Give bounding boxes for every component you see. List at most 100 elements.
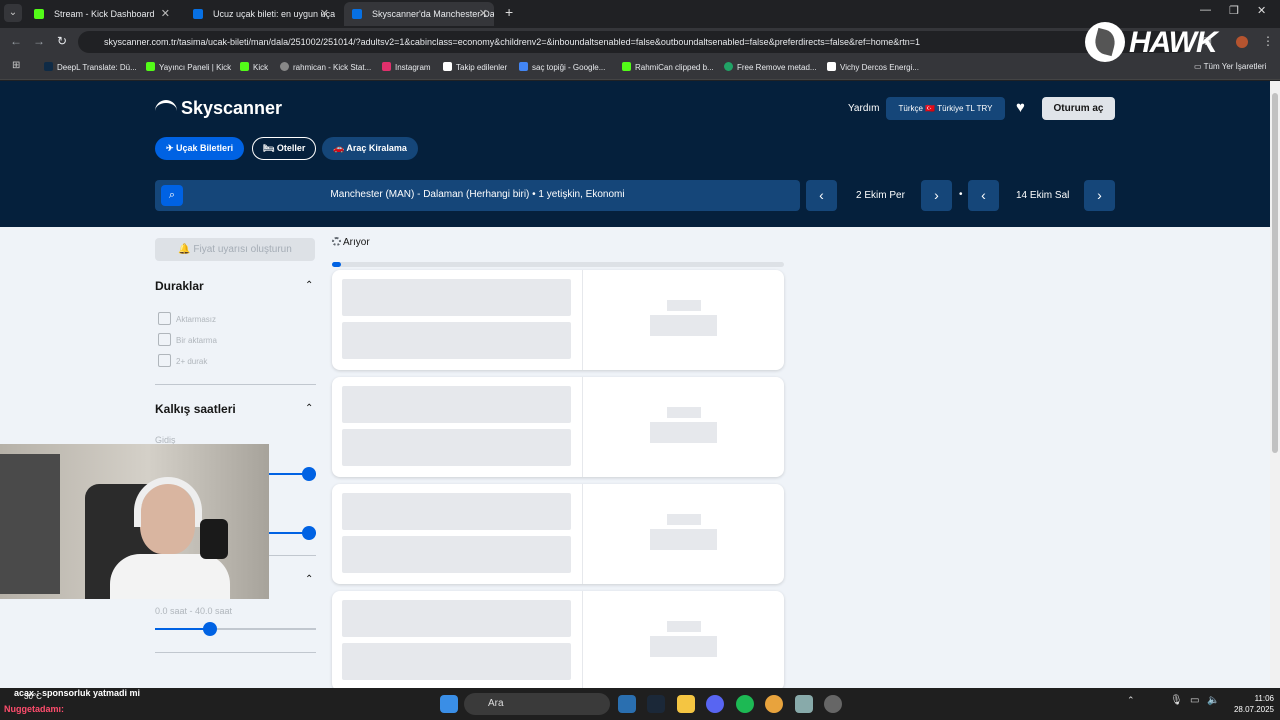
tab-title: Skyscanner'da Manchester-Dal [372,9,494,19]
duration-slider[interactable] [155,628,316,630]
bookmark-item[interactable]: rahmican - Kick Stat... [280,62,371,72]
skeleton-block [342,643,571,680]
skeleton-block [667,407,701,418]
duration-range-label: 0.0 saat - 40.0 saat [155,606,233,616]
new-tab-button[interactable]: + [505,4,513,20]
chevron-up-icon[interactable]: ⌃ [305,403,313,414]
tray-chevron-icon[interactable]: ⌃ [1127,695,1145,713]
return-date[interactable]: 14 Ekim Sal [1016,190,1069,201]
bookmark-item[interactable]: DeepL Translate: Dü... [44,62,137,72]
next-return-date-button[interactable]: › [1084,180,1115,211]
slider-handle[interactable] [302,467,316,481]
help-link[interactable]: Yardım [848,103,880,114]
apps-icon[interactable]: ⊞ [12,60,20,71]
bookmark-item[interactable]: saç topiği - Google... [519,62,605,72]
mic-icon[interactable]: 🎙 [1170,695,1188,713]
times-filter-title[interactable]: Kalkış saatleri [155,402,236,416]
clock[interactable]: 11:06 28.07.2025 [1226,693,1274,715]
google-icon [519,62,528,71]
file-explorer-icon[interactable] [677,695,695,713]
stops-checkbox-direct[interactable] [158,312,171,325]
volume-icon[interactable]: 🔈 [1207,695,1225,713]
restore-icon[interactable]: ❐ [1229,4,1239,17]
all-bookmarks[interactable]: ▭ Tüm Yer İşaretleri [1194,62,1266,71]
logo-text: Skyscanner [181,98,283,118]
bookmark-item[interactable]: Free Remove metad... [724,62,817,72]
depart-date[interactable]: 2 Ekim Per [856,190,905,201]
bookmark-label: Yayıncı Paneli | Kick [159,63,232,72]
tab-search-icon[interactable]: ⌄ [4,4,22,22]
result-card-skeleton [332,270,784,370]
tab-kick-dashboard[interactable]: Stream - Kick Dashboard ✕ [26,2,176,26]
prev-depart-date-button[interactable]: ‹ [806,180,837,211]
search-summary[interactable]: ⌕ Manchester (MAN) - Dalaman (Herhangi b… [155,180,800,211]
tab-title: Stream - Kick Dashboard [54,9,155,19]
bookmark-item[interactable]: Takip edilenler [443,62,507,72]
next-depart-date-button[interactable]: › [921,180,952,211]
slider-handle[interactable] [203,622,217,636]
chevron-up-icon[interactable]: ⌃ [305,574,313,585]
photos-icon[interactable] [618,695,636,713]
app-icon[interactable] [795,695,813,713]
prev-return-date-button[interactable]: ‹ [968,180,999,211]
signin-button[interactable]: Oturum aç [1042,97,1115,120]
tab-title: Ucuz uçak bileti: en uygun uçak [213,9,335,19]
steam-icon[interactable] [647,695,665,713]
bookmark-item[interactable]: Yayıncı Paneli | Kick [146,62,231,72]
address-bar[interactable]: skyscanner.com.tr/tasima/ucak-bileti/man… [78,31,1188,53]
stops-checkbox-one[interactable] [158,333,171,346]
bookmark-item[interactable]: Kick [240,62,268,72]
heart-icon[interactable]: ♥ [1016,99,1025,116]
forward-icon[interactable]: → [33,34,45,48]
network-icon[interactable]: ▭ [1190,695,1208,713]
tab-skyscanner-manchester[interactable]: Skyscanner'da Manchester-Dal ✕ [344,2,494,26]
kick-icon [146,62,155,71]
minimize-icon[interactable]: — [1200,4,1211,16]
close-window-icon[interactable]: ✕ [1257,4,1266,17]
skeleton-block [667,514,701,525]
spotify-icon[interactable] [736,695,754,713]
taskbar-search[interactable]: Ara [464,693,610,715]
bookmark-label: saç topiği - Google... [532,63,606,72]
tab-car-hire[interactable]: 🚗 Araç Kiralama [322,137,418,160]
tab-hotels[interactable]: 🛏 Oteller [252,137,317,160]
profile-avatar-icon[interactable] [1236,36,1248,48]
reload-icon[interactable]: ↻ [57,34,67,48]
chevron-up-icon[interactable]: ⌃ [305,280,313,291]
bookmark-label: Takip edilenler [456,63,508,72]
close-icon[interactable]: ✕ [320,2,329,26]
app-icon[interactable] [824,695,842,713]
chrome-icon[interactable] [765,695,783,713]
tab-ucak-bileti[interactable]: Ucuz uçak bileti: en uygun uçak ✕ [185,2,335,26]
page-scrollbar[interactable] [1270,81,1280,688]
bookmark-label: Kick [253,63,269,72]
scrollbar-thumb[interactable] [1272,93,1278,453]
slider-handle[interactable] [302,526,316,540]
stops-checkbox-two-plus[interactable] [158,354,171,367]
spinner-icon [332,237,341,246]
bookmark-item[interactable]: RahmiCan clipped b... [622,62,714,72]
card-divider [582,484,583,584]
locale-selector[interactable]: Türkçe 🇹🇷 Türkiye TL TRY [886,97,1005,120]
price-alert-button[interactable]: 🔔 Fiyat uyarısı oluşturun [155,238,315,261]
searching-status: Arıyor [332,237,370,248]
discord-icon[interactable] [706,695,724,713]
skeleton-block [342,429,571,466]
skyscanner-logo[interactable]: Skyscanner [155,98,282,119]
menu-icon[interactable]: ⋮ [1262,34,1274,48]
divider [155,652,316,653]
windows-start-icon[interactable] [440,695,458,713]
bookmark-item[interactable]: Instagram [382,62,431,72]
tab-flights[interactable]: ✈ Uçak Biletleri [155,137,245,160]
divider [155,384,316,385]
close-icon[interactable]: ✕ [161,2,170,26]
streamer-shirt [110,554,230,599]
close-icon[interactable]: ✕ [479,2,488,26]
bookmark-item[interactable]: Vichy Dercos Energi... [827,62,919,72]
progress-fill [332,262,342,267]
stops-filter-title[interactable]: Duraklar [155,279,204,293]
back-icon[interactable]: ← [10,34,22,48]
skeleton-block [342,322,571,359]
skeleton-block [650,529,717,550]
skeleton-block [650,315,717,336]
